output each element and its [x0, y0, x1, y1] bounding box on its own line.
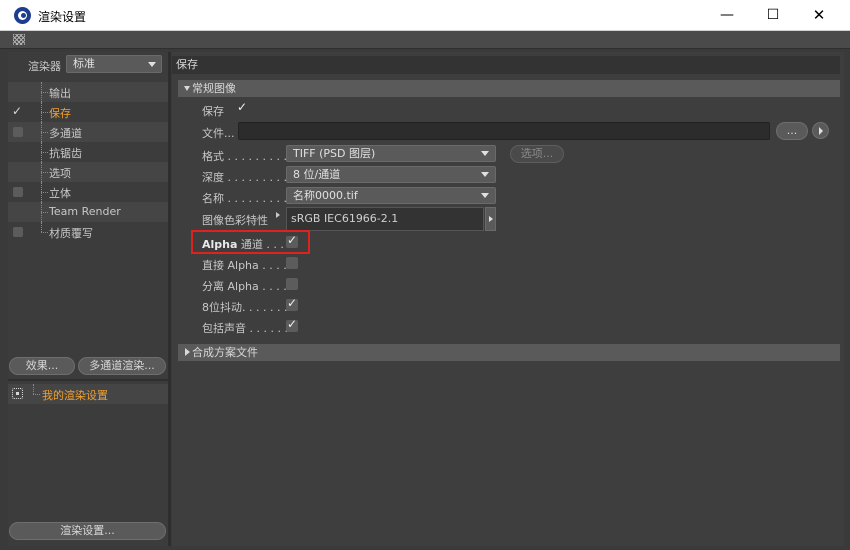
tree-line	[41, 192, 48, 193]
divider	[8, 379, 168, 381]
depth-value: 8 位/通道	[293, 168, 341, 181]
panel-header: 保存	[172, 56, 840, 74]
render-settings-button[interactable]: 渲染设置...	[9, 522, 166, 540]
close-button[interactable]: ✕	[796, 0, 842, 31]
left-panel: 渲染器 标准 输出 ✓ 保存多通道抗锯齿选项立体 Team Render 材质覆写 效果…	[8, 52, 168, 546]
enable-checkbox[interactable]	[13, 127, 23, 137]
include-sound-checkbox[interactable]	[286, 317, 298, 332]
panel-splitter[interactable]	[168, 52, 171, 546]
tree-item[interactable]: Team Render	[8, 202, 168, 222]
tree-line	[41, 212, 48, 213]
color-profile-label: 图像色彩特性	[202, 214, 268, 227]
renderer-row: 渲染器 标准	[8, 54, 168, 74]
options-button[interactable]: 选项...	[510, 145, 564, 163]
tree-line	[33, 384, 34, 394]
tree-item[interactable]: ✓ 保存	[8, 102, 168, 122]
tree-item-label: 抗锯齿	[49, 147, 82, 160]
tree-item-label: 保存	[49, 107, 71, 120]
tree-item[interactable]: 抗锯齿	[8, 142, 168, 162]
arrow-right-button[interactable]	[812, 122, 829, 139]
tree-item-label: 多通道	[49, 127, 82, 140]
renderer-label: 渲染器	[28, 60, 61, 73]
title-bar: 渲染设置 — ☐ ✕	[0, 0, 850, 31]
effects-button[interactable]: 效果...	[9, 357, 75, 375]
section-title: 常规图像	[192, 82, 236, 95]
tree-item-label: 选项	[49, 167, 71, 180]
tree-line	[41, 232, 48, 233]
chevron-down-icon	[148, 62, 156, 67]
tree-item[interactable]: 材质覆写	[8, 222, 168, 242]
highlight-box	[191, 230, 310, 254]
file-path-input[interactable]	[238, 122, 770, 140]
window-title: 渲染设置	[38, 10, 87, 24]
my-render-setting-item[interactable]: 我的渲染设置	[8, 384, 168, 404]
tree-line	[41, 132, 48, 133]
name-label: 名称 . . . . . . . . .	[202, 192, 287, 205]
toolbar-strip	[0, 31, 850, 49]
tree-item-label: 材质覆写	[49, 227, 93, 240]
name-dropdown[interactable]: 名称0000.tif	[286, 187, 496, 204]
tree-item[interactable]: 立体	[8, 182, 168, 202]
right-panel: 保存 常规图像 保存 文件... ... 格式 . . . . . . . . …	[172, 52, 844, 546]
settings-tree: 输出 ✓ 保存多通道抗锯齿选项立体 Team Render 材质覆写	[8, 82, 168, 242]
minimize-button[interactable]: —	[704, 0, 750, 31]
render-setting-icon	[12, 388, 23, 399]
checkmark-icon[interactable]: ✓	[12, 104, 22, 118]
tree-item[interactable]: 输出	[8, 82, 168, 102]
tree-line	[41, 152, 48, 153]
my-render-setting-label: 我的渲染设置	[42, 389, 108, 402]
depth-dropdown[interactable]: 8 位/通道	[286, 166, 496, 183]
tree-line	[41, 172, 48, 173]
chevron-down-icon	[481, 151, 489, 156]
tree-line	[41, 92, 48, 93]
tree-item[interactable]: 多通道	[8, 122, 168, 142]
tree-item-label: 立体	[49, 187, 71, 200]
straight-alpha-label: 直接 Alpha . . . .	[202, 259, 287, 272]
format-value: TIFF (PSD 图层)	[293, 147, 376, 160]
tree-line	[33, 394, 40, 395]
color-profile-field[interactable]: sRGB IEC61966-2.1	[286, 207, 484, 231]
grip-icon[interactable]	[13, 34, 25, 45]
general-image-section[interactable]: 常规图像	[178, 80, 840, 97]
include-sound-label: 包括声音 . . . . . .	[202, 322, 288, 335]
file-label: 文件...	[202, 127, 235, 140]
tree-line	[41, 222, 42, 232]
maximize-button[interactable]: ☐	[750, 0, 796, 31]
enable-checkbox[interactable]	[13, 187, 23, 197]
triangle-right-icon[interactable]	[276, 212, 280, 218]
browse-button[interactable]: ...	[776, 122, 808, 140]
save-checkbox[interactable]	[236, 100, 248, 115]
triangle-down-icon	[184, 86, 190, 91]
renderer-dropdown[interactable]: 标准	[66, 55, 162, 73]
tree-line	[41, 112, 48, 113]
color-profile-arrow-button[interactable]	[485, 207, 496, 231]
enable-checkbox[interactable]	[13, 227, 23, 237]
dither-checkbox[interactable]	[286, 296, 298, 311]
chevron-down-icon	[481, 193, 489, 198]
triangle-right-icon	[185, 348, 190, 356]
separate-alpha-checkbox[interactable]	[286, 278, 298, 290]
cinema4d-logo-icon	[14, 7, 31, 24]
compositing-file-section[interactable]: 合成方案文件	[178, 344, 840, 361]
format-dropdown[interactable]: TIFF (PSD 图层)	[286, 145, 496, 162]
depth-label: 深度 . . . . . . . . .	[202, 171, 287, 184]
tree-item-label: 输出	[49, 87, 71, 100]
chevron-down-icon	[481, 172, 489, 177]
separate-alpha-label: 分离 Alpha . . . .	[202, 280, 287, 293]
tree-item-label: Team Render	[49, 205, 121, 218]
format-label: 格式 . . . . . . . . .	[202, 150, 287, 163]
straight-alpha-checkbox[interactable]	[286, 257, 298, 269]
save-label: 保存	[202, 105, 224, 118]
tree-item[interactable]: 选项	[8, 162, 168, 182]
renderer-value: 标准	[73, 57, 95, 70]
section-title: 合成方案文件	[192, 346, 258, 359]
dither-label: 8位抖动. . . . . . .	[202, 301, 288, 314]
multipass-render-button[interactable]: 多通道渲染...	[78, 357, 166, 375]
name-value: 名称0000.tif	[293, 189, 358, 202]
